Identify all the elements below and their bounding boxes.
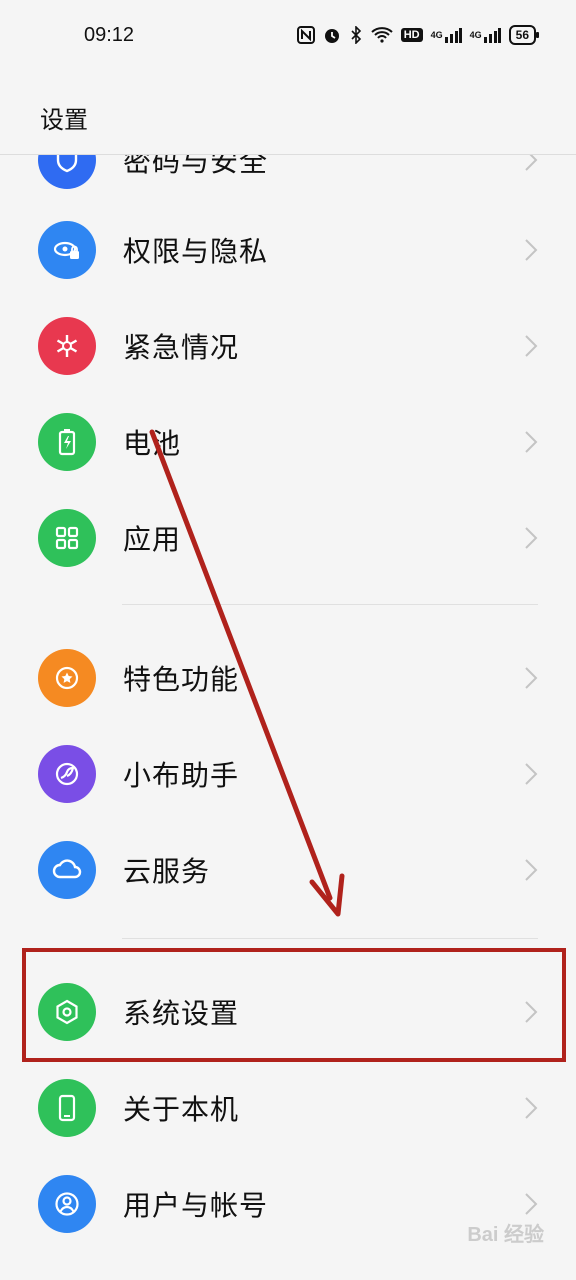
assistant-icon (38, 745, 96, 803)
chevron-right-icon (525, 1193, 538, 1215)
menu-item-about-phone[interactable]: 关于本机 (0, 1060, 576, 1156)
menu-item-cloud-service[interactable]: 云服务 (0, 822, 576, 918)
chevron-right-icon (525, 431, 538, 453)
menu-item-label: 关于本机 (123, 1093, 240, 1126)
menu-item-label: 应用 (123, 523, 182, 556)
privacy-eye-icon (38, 221, 96, 279)
menu-item-battery[interactable]: 电池 (0, 394, 576, 490)
section-divider (122, 938, 538, 939)
nfc-icon (296, 24, 315, 46)
menu-item-label: 云服务 (123, 855, 211, 888)
settings-header: 设置 (0, 74, 576, 155)
chevron-right-icon (525, 154, 538, 171)
menu-item-label: 小布助手 (123, 759, 240, 792)
alarm-icon (323, 24, 341, 46)
chevron-right-icon (525, 1097, 538, 1119)
hd-icon: HD (400, 24, 423, 46)
cloud-icon (38, 841, 96, 899)
signal-4g-icon: 4G (470, 24, 501, 46)
chevron-right-icon (525, 239, 538, 261)
star-icon (38, 649, 96, 707)
chevron-right-icon (525, 763, 538, 785)
menu-item-label: 密码与安全 (123, 154, 269, 178)
menu-item-permissions-privacy[interactable]: 权限与隐私 (0, 202, 576, 298)
settings-list[interactable]: 密码与安全 权限与隐私 紧急情况 电池 应用 特色功能 小布助手 云服务 系统设… (0, 154, 576, 1280)
page-title: 设置 (40, 106, 88, 134)
battery-icon (38, 413, 96, 471)
battery-status-icon: 56 (508, 24, 540, 46)
chevron-right-icon (525, 667, 538, 689)
wifi-icon (371, 24, 393, 46)
apps-grid-icon (38, 509, 96, 567)
shield-icon (38, 154, 96, 189)
bluetooth-icon (349, 24, 363, 46)
user-icon (38, 1175, 96, 1233)
menu-item-label: 紧急情况 (123, 331, 240, 364)
menu-item-apps[interactable]: 应用 (0, 490, 576, 586)
menu-item-special-features[interactable]: 特色功能 (0, 630, 576, 726)
emergency-icon (38, 317, 96, 375)
chevron-right-icon (525, 859, 538, 881)
menu-item-emergency[interactable]: 紧急情况 (0, 298, 576, 394)
section-divider (122, 604, 538, 605)
menu-item-password-security[interactable]: 密码与安全 (0, 154, 576, 208)
menu-item-label: 用户与帐号 (123, 1189, 269, 1222)
watermark: Bai 经验 (467, 1224, 544, 1246)
signal-4g-icon: 4G (431, 24, 462, 46)
status-time: 09:12 (84, 24, 135, 46)
phone-icon (38, 1079, 96, 1137)
chevron-right-icon (525, 527, 538, 549)
menu-item-label: 特色功能 (123, 663, 240, 696)
chevron-right-icon (525, 335, 538, 357)
highlight-box (22, 948, 566, 1062)
status-icons: HD 4G 4G 56 (296, 24, 540, 46)
menu-item-label: 权限与隐私 (123, 235, 269, 268)
status-bar: 09:12 HD 4G 4G 56 (0, 0, 576, 74)
menu-item-label: 电池 (123, 427, 182, 460)
menu-item-assistant[interactable]: 小布助手 (0, 726, 576, 822)
